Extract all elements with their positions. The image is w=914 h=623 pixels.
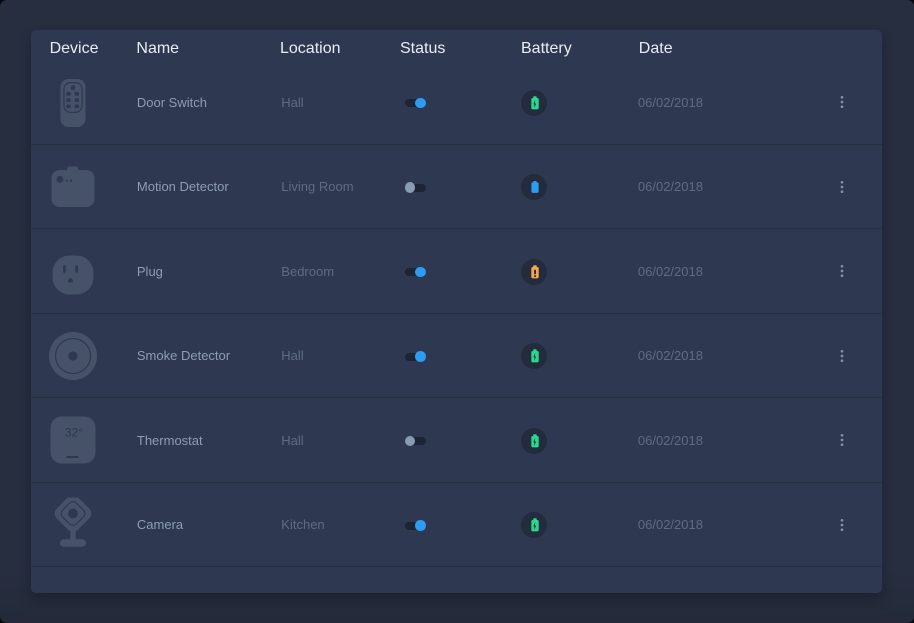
- svg-text:32°: 32°: [65, 426, 83, 440]
